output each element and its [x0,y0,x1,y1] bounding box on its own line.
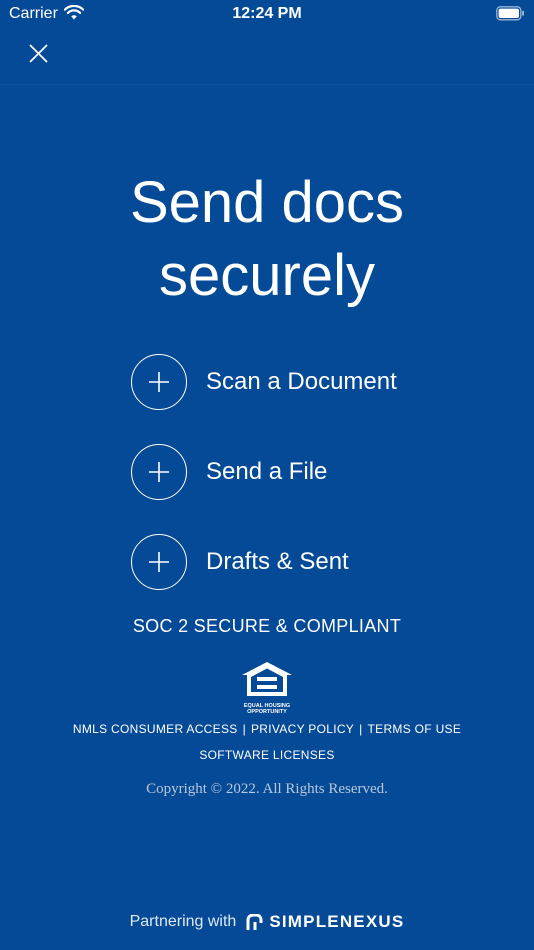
action-list: Scan a Document Send a File Drafts & Sen… [131,352,397,622]
header-divider [0,84,534,85]
equal-housing-logo: EQUAL HOUSING OPPORTUNITY [240,660,294,715]
copyright-text: Copyright © 2022. All Rights Reserved. [146,781,388,797]
plus-icon [131,354,187,410]
battery-icon [496,6,525,26]
partner-footer: Partnering with SIMPLENEXUS [0,912,534,932]
title-line-1: Send docs [129,170,405,235]
send-file-label: Send a File [206,458,328,485]
compliance-text: SOC 2 SECURE & COMPLIANT [132,616,402,636]
nmls-consumer-access-link[interactable]: NMLS CONSUMER ACCESS [73,722,238,736]
plus-icon [131,444,187,500]
link-separator: | [242,722,246,736]
drafts-sent-button[interactable]: Drafts & Sent [131,532,397,592]
drafts-sent-label: Drafts & Sent [206,548,349,575]
house-icon [242,662,292,696]
scan-document-button[interactable]: Scan a Document [131,352,397,412]
privacy-policy-link[interactable]: PRIVACY POLICY [251,722,354,736]
partner-brand: SIMPLENEXUS [269,912,405,931]
close-icon [29,44,48,63]
equal-housing-text: EQUAL HOUSING OPPORTUNITY [240,703,294,715]
plus-icon [131,534,187,590]
close-button[interactable] [26,41,52,67]
terms-of-use-link[interactable]: TERMS OF USE [368,722,462,736]
partner-prefix: Partnering with [129,913,237,930]
status-time: 12:24 PM [232,5,302,22]
status-bar: Carrier 12:24 PM [0,0,534,28]
scan-document-label: Scan a Document [206,368,397,395]
legal-links: NMLS CONSUMER ACCESS | PRIVACY POLICY | TERM… [0,722,534,736]
simplenexus-icon [246,913,263,930]
equal-housing-line2: OPPORTUNITY [247,709,287,715]
page-title: Send docs securely [0,166,534,312]
software-licenses-link[interactable]: SOFTWARE LICENSES [0,748,534,762]
link-separator: | [359,722,363,736]
simplenexus-logo: SIMPLENEXUS [246,912,404,932]
title-line-2: securely [159,243,375,308]
send-file-button[interactable]: Send a File [131,442,397,502]
